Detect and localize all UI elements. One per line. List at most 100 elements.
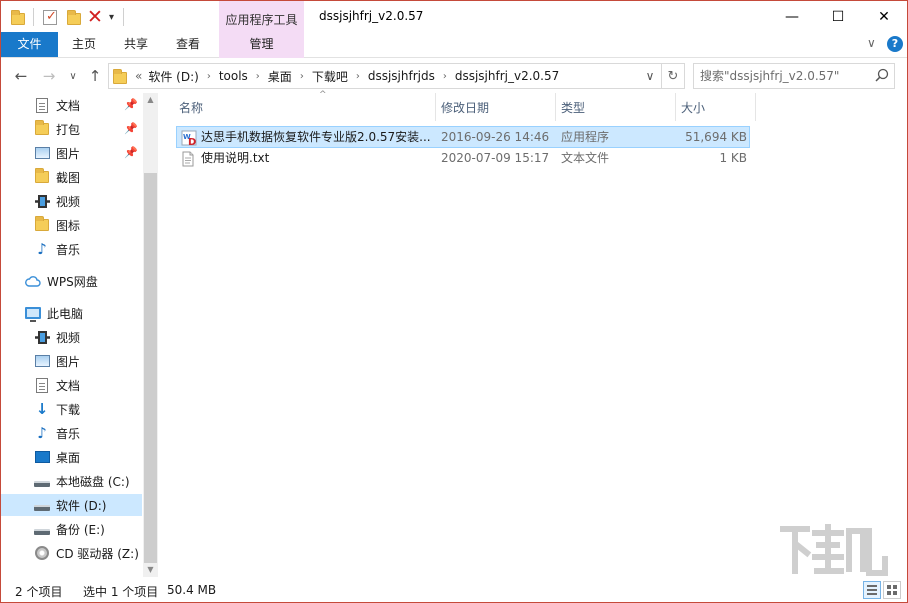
- cd-drive-icon: [34, 545, 50, 561]
- help-icon[interactable]: ?: [887, 36, 903, 52]
- folder-icon: [113, 68, 127, 84]
- desktop-icon: [34, 449, 50, 465]
- nav-item-pc-music[interactable]: ♪ 音乐: [1, 422, 142, 444]
- drive-icon: [34, 497, 50, 513]
- maximize-button[interactable]: ☐: [815, 1, 861, 32]
- up-button[interactable]: ↑: [85, 66, 105, 86]
- nav-item-this-pc[interactable]: 此电脑: [1, 302, 142, 324]
- breadcrumb-separator[interactable]: ›: [443, 71, 447, 82]
- nav-item-pictures[interactable]: 图片 📌: [1, 142, 142, 164]
- pin-icon[interactable]: 📌: [124, 146, 138, 159]
- breadcrumb-drive-d[interactable]: 软件 (D:): [148, 68, 198, 85]
- nav-item-pc-downloads[interactable]: ↓ 下载: [1, 398, 142, 420]
- scrollbar-thumb[interactable]: [144, 173, 157, 563]
- explorer-window: ✕ ▾ 应用程序工具 dssjsjhfrj_v2.0.57 — ☐ ✕ 文件 主…: [0, 0, 908, 603]
- breadcrumb-separator[interactable]: ›: [300, 71, 304, 82]
- file-row[interactable]: W D 达思手机数据恢复软件专业版2.0.57安装... 2016-09-26 …: [176, 126, 750, 148]
- nav-item-drive-d[interactable]: 软件 (D:): [1, 494, 142, 516]
- nav-item-pc-pictures[interactable]: 图片: [1, 350, 142, 372]
- column-header-size[interactable]: 大小: [681, 93, 755, 121]
- column-divider[interactable]: [755, 93, 756, 121]
- file-list-pane: 名称 ^ 修改日期 类型 大小 W D 达思手机数据恢复软件专业版2.0.57安…: [159, 90, 907, 577]
- breadcrumb-desktop[interactable]: 桌面: [268, 68, 292, 85]
- expand-ribbon-button[interactable]: ∨: [867, 36, 876, 50]
- download-icon: ↓: [35, 400, 49, 418]
- svg-text:D: D: [188, 137, 196, 146]
- breadcrumb-separator[interactable]: ›: [207, 71, 211, 82]
- status-bar: 2 个项目 选中 1 个项目 50.4 MB: [1, 578, 907, 602]
- back-button[interactable]: ←: [11, 66, 31, 86]
- nav-pane-scrollbar[interactable]: ▲ ▼: [143, 93, 158, 577]
- file-row[interactable]: 使用说明.txt 2020-07-09 15:17 文本文件 1 KB: [176, 148, 750, 170]
- forward-button[interactable]: →: [39, 66, 59, 86]
- breadcrumb-separator[interactable]: ›: [256, 71, 260, 82]
- nav-item-videos[interactable]: 视频: [1, 190, 142, 212]
- customize-quick-access-button[interactable]: ▾: [109, 12, 114, 23]
- nav-item-drive-e[interactable]: 备份 (E:): [1, 518, 142, 540]
- status-selection: 选中 1 个项目: [83, 585, 159, 599]
- scroll-up-arrow[interactable]: ▲: [143, 93, 158, 107]
- pin-icon[interactable]: 📌: [124, 122, 138, 135]
- new-folder-icon[interactable]: [67, 9, 81, 25]
- large-icons-view-button[interactable]: [883, 581, 901, 599]
- installer-icon: W D: [181, 130, 197, 146]
- close-button[interactable]: ✕: [861, 1, 907, 32]
- nav-item-wps-cloud[interactable]: WPS网盘: [1, 270, 142, 292]
- search-input[interactable]: [700, 68, 870, 84]
- music-icon: ♪: [37, 424, 47, 442]
- music-icon: ♪: [37, 240, 47, 258]
- column-divider[interactable]: [675, 93, 676, 121]
- file-modified: 2020-07-09 15:17: [441, 151, 550, 165]
- app-tools-context-label: 应用程序工具: [219, 1, 304, 32]
- minimize-button[interactable]: —: [769, 1, 815, 32]
- nav-item-icons[interactable]: 图标: [1, 214, 142, 236]
- pin-icon[interactable]: 📌: [124, 98, 138, 111]
- column-header-modified[interactable]: 修改日期: [441, 93, 555, 121]
- delete-icon[interactable]: ✕: [87, 7, 103, 27]
- folder-icon: [11, 9, 25, 25]
- tab-share[interactable]: 共享: [110, 32, 162, 57]
- nav-item-pc-desktop[interactable]: 桌面: [1, 446, 142, 468]
- tab-file[interactable]: 文件: [1, 32, 58, 57]
- tab-home[interactable]: 主页: [58, 32, 110, 57]
- tab-manage[interactable]: 管理: [219, 32, 304, 58]
- file-size: 1 KB: [719, 151, 747, 165]
- breadcrumb-dssjsjhfrjds[interactable]: dssjsjhfrjds: [368, 69, 435, 83]
- scroll-down-arrow[interactable]: ▼: [143, 563, 158, 577]
- nav-item-documents[interactable]: 文档 📌: [1, 94, 142, 116]
- pictures-icon: [34, 353, 50, 369]
- address-dropdown-button[interactable]: ∨: [639, 64, 661, 88]
- nav-item-pc-documents[interactable]: 文档: [1, 374, 142, 396]
- drive-icon: [34, 473, 50, 489]
- breadcrumb-separator[interactable]: ›: [356, 71, 360, 82]
- nav-item-screenshots[interactable]: 截图: [1, 166, 142, 188]
- refresh-button[interactable]: ↻: [662, 63, 685, 89]
- details-view-button[interactable]: [863, 581, 881, 599]
- column-header-name[interactable]: 名称 ^: [179, 90, 435, 121]
- status-selection-size: 50.4 MB: [167, 583, 217, 597]
- nav-item-pc-videos[interactable]: 视频: [1, 326, 142, 348]
- breadcrumb-overflow[interactable]: «: [135, 69, 142, 83]
- nav-item-cd-drive-z[interactable]: CD 驱动器 (Z:): [1, 542, 142, 564]
- pictures-icon: [34, 145, 50, 161]
- recent-locations-button[interactable]: ∨: [65, 66, 81, 86]
- cloud-icon: [25, 273, 41, 289]
- properties-icon[interactable]: [43, 9, 57, 25]
- nav-item-pack[interactable]: 打包 📌: [1, 118, 142, 140]
- breadcrumb-xiazaiba[interactable]: 下载吧: [312, 68, 348, 85]
- nav-item-drive-c[interactable]: 本地磁盘 (C:): [1, 470, 142, 492]
- breadcrumb-tools[interactable]: tools: [219, 69, 248, 83]
- address-bar[interactable]: « 软件 (D:) › tools › 桌面 › 下载吧 › dssjsjhfr…: [108, 63, 662, 89]
- column-header-type[interactable]: 类型: [561, 93, 675, 121]
- breadcrumb: « 软件 (D:) › tools › 桌面 › 下载吧 › dssjsjhfr…: [113, 64, 559, 88]
- column-divider[interactable]: [555, 93, 556, 121]
- toolbar-divider: [33, 8, 34, 26]
- status-item-count: 2 个项目: [15, 585, 63, 599]
- breadcrumb-current-folder[interactable]: dssjsjhfrj_v2.0.57: [455, 69, 559, 83]
- search-icon[interactable]: [875, 68, 889, 82]
- file-size: 51,694 KB: [685, 130, 747, 144]
- nav-item-music[interactable]: ♪ 音乐: [1, 238, 142, 260]
- search-box[interactable]: [693, 63, 895, 89]
- column-divider[interactable]: [435, 93, 436, 121]
- tab-view[interactable]: 查看: [162, 32, 214, 57]
